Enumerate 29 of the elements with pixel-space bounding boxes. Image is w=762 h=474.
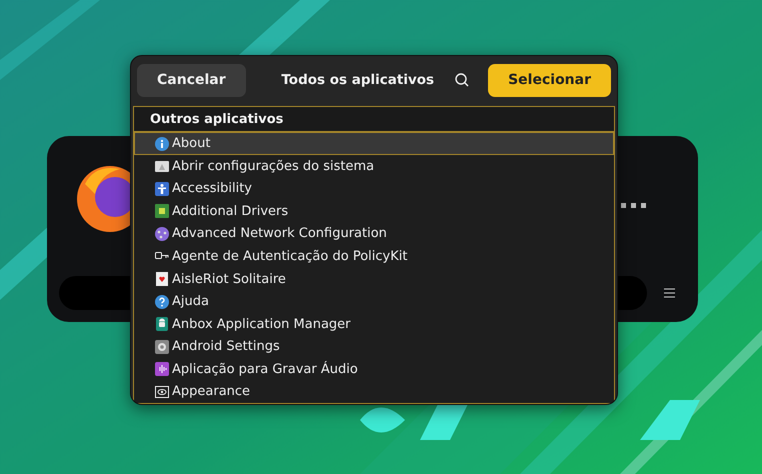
app-list-item[interactable]: Agente de Autenticação do PolicyKit [134,245,614,268]
app-list-item[interactable]: Aplicação para Gravar Áudio [134,358,614,380]
menu-icon[interactable] [664,288,675,298]
accessibility-icon [155,182,169,196]
eye-icon [155,384,169,399]
app-list-item[interactable]: Advanced Network Configuration [134,222,614,246]
waveform-icon [155,362,169,376]
select-button[interactable]: Selecionar [488,64,611,96]
search-icon[interactable] [454,72,470,88]
gear-icon [155,340,169,354]
dialog-title: Todos os aplicativos [280,72,436,88]
playing-card-icon [155,272,169,286]
app-list-item[interactable]: Accessibility [134,178,614,200]
app-list-item[interactable]: About [134,132,614,155]
app-list-item[interactable]: Appearance [134,380,614,403]
app-list-item[interactable]: Ajuda [134,290,614,313]
app-list-item[interactable]: Additional Drivers [134,200,614,223]
android-icon [155,317,169,332]
help-icon [155,294,169,309]
cancel-button[interactable]: Cancelar [137,64,246,96]
section-heading: Outros aplicativos [134,107,614,132]
app-list-item[interactable]: Android Settings [134,335,614,358]
chip-icon [155,204,169,218]
window-icon [155,159,169,174]
info-icon [155,136,169,151]
app-list-item[interactable]: Anbox Application Manager [134,312,614,336]
app-list-item[interactable]: Abrir configurações do sistema [134,155,614,178]
app-list-item[interactable]: AisleRiot Solitaire [134,268,614,290]
network-icon [155,226,169,241]
